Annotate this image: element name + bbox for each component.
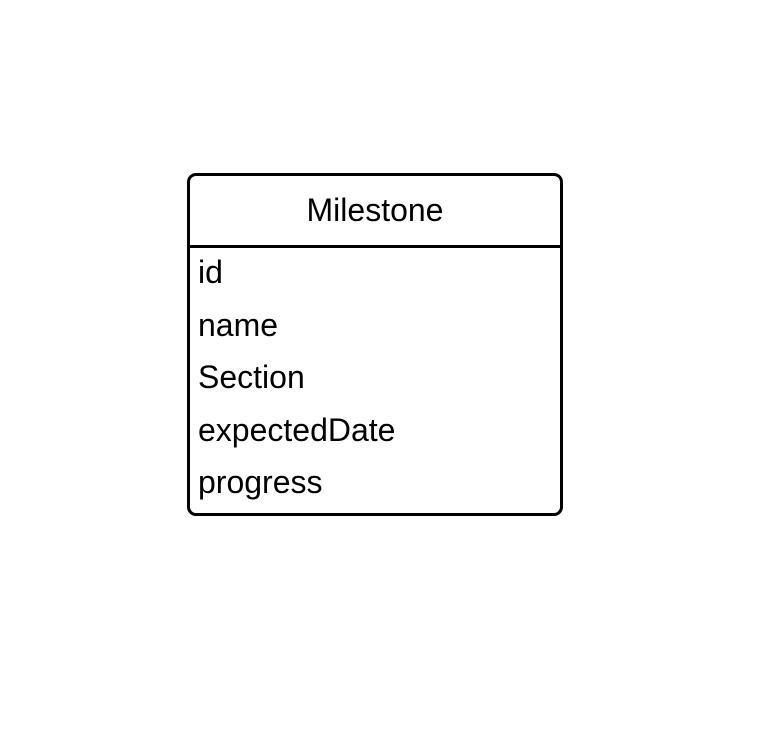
entity-attributes: id name Section expectedDate progress — [190, 248, 560, 513]
attribute-name: name — [198, 306, 279, 343]
attribute-section: Section — [198, 359, 305, 395]
attribute-progress: progress — [198, 464, 323, 500]
entity-title: Milestone — [306, 192, 444, 228]
milestone-entity: Milestone id name Section expectedDate p… — [187, 173, 563, 516]
attribute-expected-date: expectedDate — [198, 411, 396, 448]
attribute-id: id — [198, 254, 223, 290]
entity-header: Milestone — [190, 176, 560, 248]
